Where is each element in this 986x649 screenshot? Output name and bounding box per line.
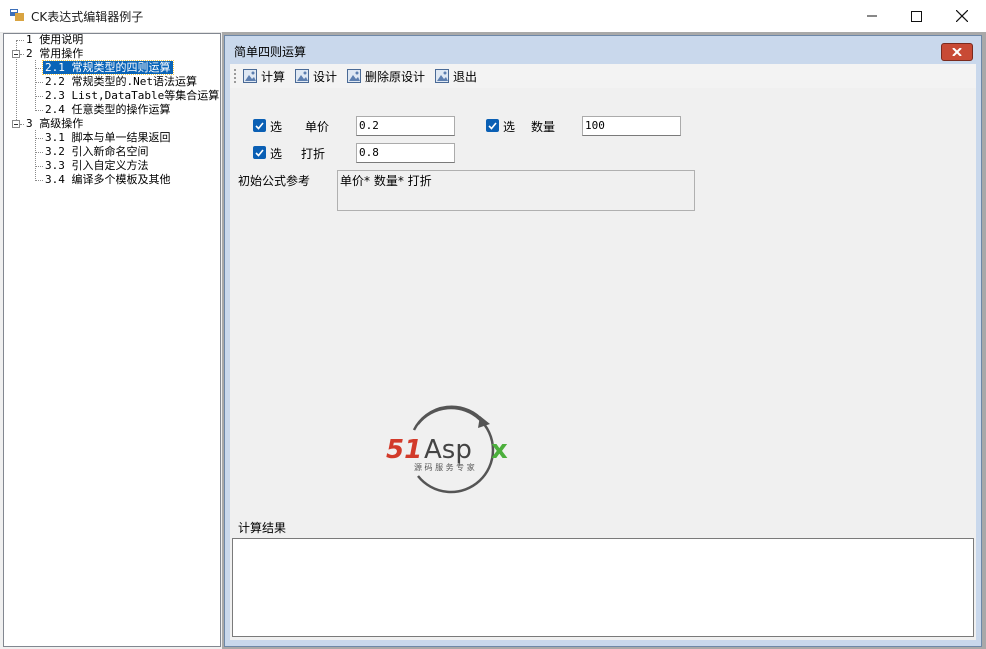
image-icon bbox=[243, 69, 257, 83]
child-close-button[interactable] bbox=[941, 43, 973, 61]
discount-checkbox[interactable] bbox=[253, 146, 266, 159]
tree-node-label: 2 常用操作 bbox=[26, 47, 84, 60]
tree-connector bbox=[35, 96, 43, 97]
calculate-button[interactable]: 计算 bbox=[243, 67, 285, 85]
tree-node-common-ops[interactable]: 2 常用操作 bbox=[24, 47, 85, 61]
app-icon bbox=[10, 9, 24, 21]
checkmark-icon bbox=[488, 122, 497, 130]
tree-connector bbox=[35, 110, 43, 111]
result-textarea[interactable] bbox=[232, 538, 974, 637]
close-icon bbox=[956, 10, 968, 22]
tree-node-collections[interactable]: 2.3 List,DataTable等集合运算 bbox=[43, 89, 221, 103]
qty-label: 数量 bbox=[531, 120, 556, 134]
qty-check-label: 选 bbox=[503, 120, 516, 134]
tree-node-label: 3.4 编译多个模板及其他 bbox=[45, 173, 171, 186]
tree-node-label: 3 高级操作 bbox=[26, 117, 84, 130]
checkmark-icon bbox=[255, 149, 264, 157]
price-label: 单价 bbox=[305, 120, 330, 134]
minimize-icon bbox=[867, 15, 877, 17]
svg-text:源 码 服 务 专 家: 源 码 服 务 专 家 bbox=[414, 462, 475, 472]
tree-node-templates[interactable]: 3.4 编译多个模板及其他 bbox=[43, 173, 173, 187]
tree-node-label: 1 使用说明 bbox=[26, 33, 84, 46]
tree-node-script[interactable]: 3.1 脚本与单一结果返回 bbox=[43, 131, 173, 145]
tree-connector bbox=[16, 40, 24, 41]
child-window-title: 简单四则运算 bbox=[234, 45, 307, 59]
window-title: CK表达式编辑器例子 bbox=[31, 10, 144, 24]
discount-label: 打折 bbox=[301, 147, 326, 161]
price-input[interactable]: 0.2 bbox=[356, 116, 455, 136]
tree-connector bbox=[35, 138, 43, 139]
tree-node-label: 2.1 常规类型的四则运算 bbox=[42, 60, 174, 75]
qty-checkbox[interactable] bbox=[486, 119, 499, 132]
tree-node-any-type[interactable]: 2.4 任意类型的操作运算 bbox=[43, 103, 173, 117]
tree-expander-icon[interactable] bbox=[12, 50, 20, 58]
checkmark-icon bbox=[255, 122, 264, 130]
tree-node-namespace[interactable]: 3.2 引入新命名空间 bbox=[43, 145, 151, 159]
image-icon bbox=[347, 69, 361, 83]
tree-node-label: 2.3 List,DataTable等集合运算 bbox=[45, 89, 220, 102]
close-icon bbox=[952, 48, 962, 56]
tree-connector bbox=[35, 180, 43, 181]
tree-node-net-syntax[interactable]: 2.2 常规类型的.Net语法运算 bbox=[43, 75, 199, 89]
svg-text:51: 51 bbox=[386, 435, 422, 465]
svg-text:Asp: Asp bbox=[424, 435, 472, 465]
maximize-button[interactable] bbox=[893, 0, 939, 32]
tree-node-arithmetic[interactable]: 2.1 常规类型的四则运算 bbox=[42, 60, 174, 75]
tree-node-usage[interactable]: 1 使用说明 bbox=[24, 33, 85, 47]
design-label: 设计 bbox=[313, 69, 338, 84]
image-icon bbox=[435, 69, 449, 83]
formula-value: 单价* 数量* 打折 bbox=[340, 174, 432, 188]
qty-input[interactable]: 100 bbox=[582, 116, 681, 136]
tree-node-label: 2.2 常规类型的.Net语法运算 bbox=[45, 75, 197, 88]
image-icon bbox=[295, 69, 309, 83]
exit-label: 退出 bbox=[453, 69, 478, 84]
design-button[interactable]: 设计 bbox=[295, 67, 337, 85]
tree-node-advanced[interactable]: 3 高级操作 bbox=[24, 117, 85, 131]
tree-connector bbox=[35, 166, 43, 167]
tree-node-label: 2.4 任意类型的操作运算 bbox=[45, 103, 171, 116]
tree-node-label: 3.2 引入新命名空间 bbox=[45, 145, 149, 158]
tree-connector bbox=[35, 152, 43, 153]
toolbar bbox=[230, 64, 976, 88]
maximize-icon bbox=[910, 10, 922, 22]
tree-connector bbox=[35, 68, 43, 69]
tree-node-label: 3.1 脚本与单一结果返回 bbox=[45, 131, 171, 144]
toolbar-grip[interactable] bbox=[234, 69, 236, 83]
tree-connector bbox=[35, 82, 43, 83]
discount-check-label: 选 bbox=[270, 147, 283, 161]
delete-design-button[interactable]: 删除原设计 bbox=[347, 67, 425, 85]
delete-design-label: 删除原设计 bbox=[365, 69, 426, 84]
discount-input[interactable]: 0.8 bbox=[356, 143, 455, 163]
brand-logo: 51 Asp x 源 码 服 务 专 家 bbox=[386, 405, 508, 494]
window-titlebar: CK表达式编辑器例子 bbox=[0, 0, 986, 33]
svg-text:x: x bbox=[491, 435, 508, 465]
close-button[interactable] bbox=[939, 0, 985, 32]
exit-button[interactable]: 退出 bbox=[435, 67, 477, 85]
result-label: 计算结果 bbox=[238, 521, 287, 535]
minimize-button[interactable] bbox=[849, 0, 895, 32]
calculate-label: 计算 bbox=[261, 69, 286, 84]
price-check-label: 选 bbox=[270, 120, 283, 134]
tree-node-custom-method[interactable]: 3.3 引入自定义方法 bbox=[43, 159, 151, 173]
tree-expander-icon[interactable] bbox=[12, 120, 20, 128]
formula-label: 初始公式参考 bbox=[238, 174, 311, 188]
price-checkbox[interactable] bbox=[253, 119, 266, 132]
tree-node-label: 3.3 引入自定义方法 bbox=[45, 159, 149, 172]
